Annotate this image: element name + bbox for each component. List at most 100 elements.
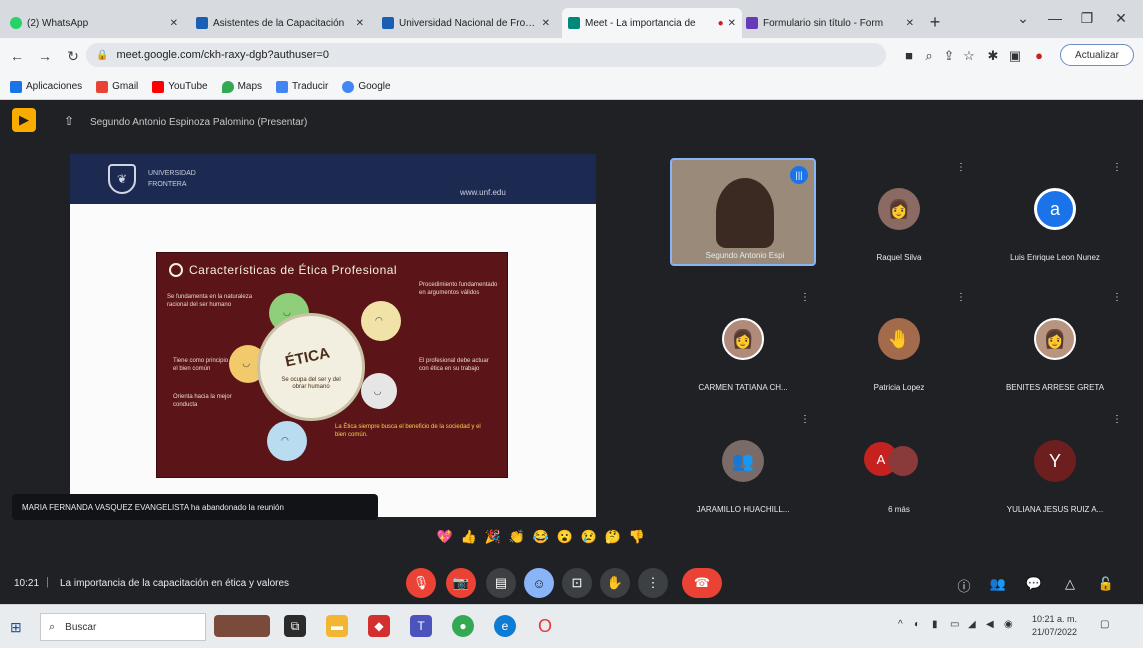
participant-tile[interactable]: ⋮ Y YULIANA JESUS RUIZ A... [982, 410, 1128, 518]
tab-asistentes[interactable]: Asistentes de la Capacitación ✕ [190, 8, 370, 38]
host-lock-icon[interactable]: 🔓 [1096, 576, 1116, 592]
system-clock[interactable]: 10:21 a. m. 21/07/2022 [1032, 613, 1077, 639]
close-icon[interactable]: ✕ [356, 18, 364, 29]
tab-search-icon[interactable]: ⌄ [1008, 10, 1038, 27]
participant-tile[interactable]: ⋮ 👩 Raquel Silva [826, 158, 972, 266]
participant-tile[interactable]: ⋮ 👥 JARAMILLO HUACHILL... [670, 410, 816, 518]
thumbs-up-reaction-icon[interactable]: 👍 [460, 528, 478, 546]
address-bar[interactable]: 🔒 meet.google.com/ckh-raxy-dgb?authuser=… [86, 43, 886, 67]
shared-slide: ❦ UNIVERSIDAD FRONTERA www.unf.edu Carac… [70, 154, 596, 517]
opera-icon[interactable]: O [534, 615, 556, 637]
more-vert-icon[interactable]: ⋮ [800, 414, 810, 425]
task-view-icon[interactable]: ⧉ [284, 615, 306, 637]
participant-tile[interactable]: ⋮ 👩 CARMEN TATIANA CH... [670, 288, 816, 396]
tab-group-icon[interactable]: ▣ [1006, 48, 1024, 64]
bookmark-youtube[interactable]: YouTube [152, 80, 208, 93]
people-icon[interactable]: 👥 [988, 576, 1008, 592]
pdf-reader-icon[interactable]: ◆ [368, 615, 390, 637]
camera-indicator-icon[interactable]: ■ [900, 48, 918, 63]
camera-off-button[interactable]: 📷 [446, 568, 476, 598]
thinking-reaction-icon[interactable]: 🤔 [604, 528, 622, 546]
profile-icon[interactable]: ● [1030, 48, 1048, 63]
close-icon[interactable]: ✕ [542, 18, 550, 29]
heart-reaction-icon[interactable]: 💖 [436, 528, 454, 546]
info-icon[interactable]: ⓘ [954, 576, 974, 595]
teams-icon[interactable]: T [410, 615, 432, 637]
update-button[interactable]: Actualizar [1060, 44, 1134, 66]
close-window-button[interactable]: ✕ [1106, 10, 1136, 27]
tab-whatsapp[interactable]: (2) WhatsApp ✕ [4, 8, 184, 38]
new-tab-button[interactable]: + [925, 12, 945, 33]
edge-icon[interactable]: e [494, 615, 516, 637]
tab-universidad[interactable]: Universidad Nacional de Frontera ✕ [376, 8, 556, 38]
minimize-button[interactable]: — [1040, 10, 1070, 26]
bookmark-gmail[interactable]: Gmail [96, 80, 138, 93]
participant-tile-speaker[interactable]: ||| Segundo Antonio Espi [670, 158, 816, 266]
ethics-card: Características de Ética Profesional Se … [156, 252, 508, 478]
more-vert-icon[interactable]: ⋮ [1112, 292, 1122, 303]
slide-org-name: UNIVERSIDAD FRONTERA [148, 168, 196, 190]
tab-meet[interactable]: Meet - La importancia de ● ✕ [562, 8, 742, 38]
more-vert-icon[interactable]: ⋮ [1112, 414, 1122, 425]
participant-tile-others[interactable]: A 6 más [826, 410, 972, 518]
battery-icon[interactable]: ▭ [950, 619, 959, 630]
bookmark-apps[interactable]: Aplicaciones [10, 80, 82, 93]
more-vert-icon[interactable]: ⋮ [956, 292, 966, 303]
taskbar-search-input[interactable]: ⌕ Buscar [40, 613, 206, 641]
more-options-button[interactable]: ⋮ [638, 568, 668, 598]
sad-reaction-icon[interactable]: 😢 [580, 528, 598, 546]
more-vert-icon[interactable]: ⋮ [1112, 162, 1122, 173]
participant-tile[interactable]: ⋮ 🤚 Patricia Lopez [826, 288, 972, 396]
etica-center-circle [257, 313, 365, 421]
surprised-reaction-icon[interactable]: 😮 [556, 528, 574, 546]
star-icon[interactable]: ☆ [960, 48, 978, 64]
close-icon[interactable]: ✕ [728, 18, 736, 29]
volume-icon[interactable]: ◀ [986, 619, 994, 630]
more-vert-icon[interactable]: ⋮ [800, 292, 810, 303]
raise-hand-button[interactable]: ✋ [600, 568, 630, 598]
close-icon[interactable]: ✕ [170, 18, 178, 29]
tray-chevron-icon[interactable]: ^ [898, 619, 903, 630]
share-icon[interactable]: ⇪ [940, 48, 958, 64]
news-widget-icon[interactable] [214, 615, 270, 637]
present-now-button[interactable]: ⊡ [562, 568, 592, 598]
more-vert-icon[interactable]: ⋮ [956, 162, 966, 173]
extension-icon[interactable]: ✱ [984, 48, 1002, 64]
party-reaction-icon[interactable]: 🎉 [484, 528, 502, 546]
zoom-icon[interactable]: ⌕ [920, 48, 938, 64]
bookmarks-bar: Aplicaciones Gmail YouTube Maps Traducir… [0, 74, 1143, 100]
reload-icon[interactable]: ↻ [62, 48, 84, 65]
blue-face-icon: ◠ [267, 421, 307, 461]
chat-icon[interactable]: 💬 [1024, 576, 1044, 592]
leave-call-button[interactable]: ☎ [682, 568, 722, 598]
chrome-icon[interactable]: ● [452, 615, 474, 637]
tray-app-icon[interactable]: ▮ [932, 619, 938, 630]
tray-app-icon[interactable]: ◐ [914, 619, 920, 630]
bookmark-translate[interactable]: Traducir [276, 80, 328, 93]
bookmark-google[interactable]: Google [342, 80, 391, 93]
emoji-button[interactable]: ☺ [524, 568, 554, 598]
participant-tile[interactable]: ⋮ 👩 BENITES ARRESE GRETA [982, 288, 1128, 396]
notifications-icon[interactable]: ▢ [1100, 619, 1109, 630]
maximize-button[interactable]: ❐ [1072, 10, 1102, 27]
participant-tile[interactable]: ⋮ a Luis Enrique Leon Nunez [982, 158, 1128, 266]
university-icon [382, 17, 394, 29]
activities-icon[interactable]: △ [1060, 576, 1080, 592]
close-icon[interactable]: ✕ [906, 18, 914, 29]
windows-start-icon[interactable]: ⊞ [10, 619, 26, 635]
youtube-icon [152, 80, 165, 93]
back-icon[interactable]: ← [6, 48, 28, 64]
laugh-reaction-icon[interactable]: 😂 [532, 528, 550, 546]
presentation-icon[interactable]: ▶ [12, 108, 36, 132]
captions-button[interactable]: ▤ [486, 568, 516, 598]
file-explorer-icon[interactable]: ▬ [326, 615, 348, 637]
language-indicator[interactable]: ◉ [1004, 619, 1013, 630]
bookmark-maps[interactable]: Maps [221, 80, 262, 93]
mic-off-button[interactable]: 🎙 [406, 568, 436, 598]
network-icon[interactable]: ◢ [968, 619, 976, 630]
clap-reaction-icon[interactable]: 👏 [508, 528, 526, 546]
presenter-label: Segundo Antonio Espinoza Palomino (Prese… [90, 117, 308, 128]
tab-formulario[interactable]: Formulario sin título - Form ✕ [740, 8, 920, 38]
forward-icon[interactable]: → [34, 48, 56, 64]
thumbs-down-reaction-icon[interactable]: 👎 [628, 528, 646, 546]
